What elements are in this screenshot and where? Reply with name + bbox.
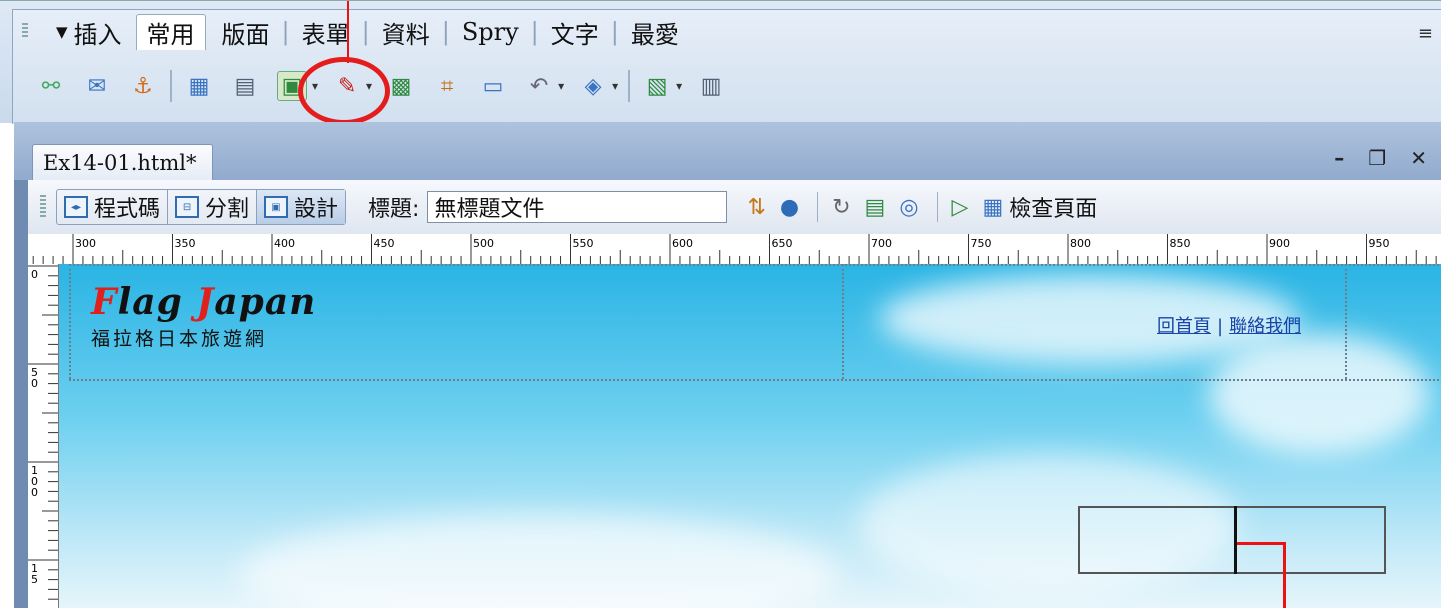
- ruler-label: 300: [75, 237, 96, 250]
- text-cursor: [1234, 506, 1237, 574]
- insert-panel-toggle[interactable]: ▼ 插入: [56, 15, 122, 50]
- ruler-label: 350: [175, 237, 196, 250]
- tab-text[interactable]: 文字: [541, 15, 609, 50]
- tab-forms[interactable]: 表單: [292, 15, 360, 50]
- vertical-ruler-marks: 05010015: [28, 265, 58, 600]
- insert-panel: ▼ 插入 常用 版面 | 表單 | 資料 | Spry | 文字 | 最愛 ≡ …: [0, 0, 1441, 125]
- design-canvas[interactable]: Flag Japan 福拉格日本旅遊網 回首頁 | 聯絡我們: [59, 264, 1441, 608]
- annotation-line: [1237, 542, 1285, 545]
- close-icon[interactable]: ✕: [1410, 146, 1427, 170]
- ruler-label: 500: [473, 237, 494, 250]
- split-view-button[interactable]: ⊟ 分割: [168, 190, 258, 224]
- window-controls: – ❐ ✕: [1334, 146, 1427, 170]
- templates-icon[interactable]: ▧: [643, 72, 671, 100]
- nav-home-link[interactable]: 回首頁: [1157, 316, 1211, 337]
- annotation-pointer-line: [347, 1, 349, 63]
- logo-subtitle: 福拉格日本旅遊網: [91, 328, 268, 350]
- hyperlink-icon[interactable]: ⚯: [37, 72, 65, 100]
- design-view-icon: ▣: [264, 196, 289, 218]
- ruler-label: 550: [573, 237, 594, 250]
- horizontal-ruler: 300 350 400 450 500 550 600 650 700 750 800 850 900 9…: [28, 234, 1441, 265]
- check-page-icon: ▦: [982, 194, 1004, 220]
- title-input[interactable]: [427, 191, 728, 223]
- validate-markup-icon[interactable]: ▷: [952, 195, 969, 220]
- minimize-icon[interactable]: –: [1334, 146, 1344, 170]
- ruler-label: 800: [1070, 237, 1091, 250]
- ruler-label: 950: [1369, 237, 1390, 250]
- split-view-icon: ⊟: [175, 196, 200, 218]
- restore-icon[interactable]: ❐: [1368, 146, 1386, 170]
- ruler-label: 650: [772, 237, 793, 250]
- refresh-icon[interactable]: ↻: [832, 195, 850, 220]
- email-link-icon[interactable]: ✉: [83, 72, 111, 100]
- nav-contact-link[interactable]: 聯絡我們: [1229, 316, 1301, 337]
- div-icon[interactable]: ▤: [231, 72, 259, 100]
- vertical-ruler: 05010015: [28, 264, 59, 608]
- check-page-button[interactable]: ▦ 檢查頁面: [982, 191, 1097, 223]
- tab-layout[interactable]: 版面: [212, 15, 280, 50]
- ruler-label: 0: [31, 377, 38, 390]
- annotation-highlight-circle: [298, 57, 390, 125]
- code-view-button[interactable]: ◂▸ 程式碼: [57, 190, 169, 224]
- head-dropdown-icon[interactable]: ▾: [558, 79, 564, 93]
- logo-title: Flag Japan: [91, 281, 317, 323]
- collapse-triangle-icon[interactable]: ▼: [56, 23, 68, 41]
- insertion-placeholder[interactable]: [1078, 506, 1386, 574]
- tab-data[interactable]: 資料: [372, 15, 440, 50]
- ruler-label: 0: [31, 268, 38, 281]
- comment-icon[interactable]: ▭: [479, 72, 507, 100]
- script-dropdown-icon[interactable]: ▾: [612, 79, 618, 93]
- document-tab-strip: Ex14-01.html* – ❐ ✕: [14, 122, 1441, 181]
- tab-common[interactable]: 常用: [135, 14, 206, 50]
- preview-browser-icon[interactable]: ●: [780, 195, 799, 220]
- horizontal-ruler-marks: 300 350 400 450 500 550 600 650 700 750 800 850 900 9…: [32, 234, 1437, 264]
- annotation-line-vertical: [1283, 542, 1286, 608]
- document-window: Ex14-01.html* – ❐ ✕ ◂▸ 程式碼 ⊟ 分割 ▣ 設計 標題:…: [14, 122, 1441, 608]
- view-options-icon[interactable]: ▤: [865, 195, 886, 220]
- tab-spry[interactable]: Spry: [452, 18, 529, 46]
- head-icon[interactable]: ↶: [525, 72, 553, 100]
- tag-chooser-icon[interactable]: ▥: [697, 72, 725, 100]
- title-label: 標題:: [368, 197, 420, 222]
- ruler-label: 850: [1170, 237, 1191, 250]
- script-icon[interactable]: ◈: [579, 72, 607, 100]
- ruler-label: 900: [1269, 237, 1290, 250]
- document-toolbar: ◂▸ 程式碼 ⊟ 分割 ▣ 設計 標題: ⇅ ● ↻ ▤ ◎ ▷ ▦ 檢查頁面: [28, 180, 1441, 235]
- top-nav: 回首頁 | 聯絡我們: [1157, 316, 1302, 337]
- server-include-icon[interactable]: ⌗: [433, 72, 461, 100]
- ruler-label: 450: [374, 237, 395, 250]
- insert-tabs: ▼ 插入 常用 版面 | 表單 | 資料 | Spry | 文字 | 最愛: [56, 14, 689, 50]
- templates-dropdown-icon[interactable]: ▾: [676, 79, 682, 93]
- ruler-label: 400: [274, 237, 295, 250]
- named-anchor-icon[interactable]: ⚓: [129, 72, 157, 100]
- insert-label: 插入: [73, 20, 122, 49]
- table-icon[interactable]: ▦: [185, 72, 213, 100]
- file-management-icon[interactable]: ⇅: [747, 195, 765, 220]
- code-view-icon: ◂▸: [64, 196, 88, 218]
- tab-favorites[interactable]: 最愛: [621, 15, 689, 50]
- panel-grip[interactable]: [22, 23, 28, 39]
- visual-aids-icon[interactable]: ◎: [899, 195, 918, 220]
- design-view-button[interactable]: ▣ 設計: [257, 190, 346, 224]
- document-tab[interactable]: Ex14-01.html*: [32, 144, 214, 181]
- ruler-label: 0: [31, 486, 38, 499]
- site-logo: Flag Japan 福拉格日本旅遊網: [91, 284, 316, 351]
- date-icon[interactable]: ▩: [387, 72, 415, 100]
- view-switcher: ◂▸ 程式碼 ⊟ 分割 ▣ 設計: [56, 189, 347, 225]
- ruler-label: 700: [871, 237, 892, 250]
- ruler-label: 750: [971, 237, 992, 250]
- toolbar-grip[interactable]: [40, 195, 46, 219]
- panel-options-icon[interactable]: ≡: [1418, 23, 1433, 44]
- ruler-label: 600: [672, 237, 693, 250]
- ruler-label: 5: [31, 573, 38, 586]
